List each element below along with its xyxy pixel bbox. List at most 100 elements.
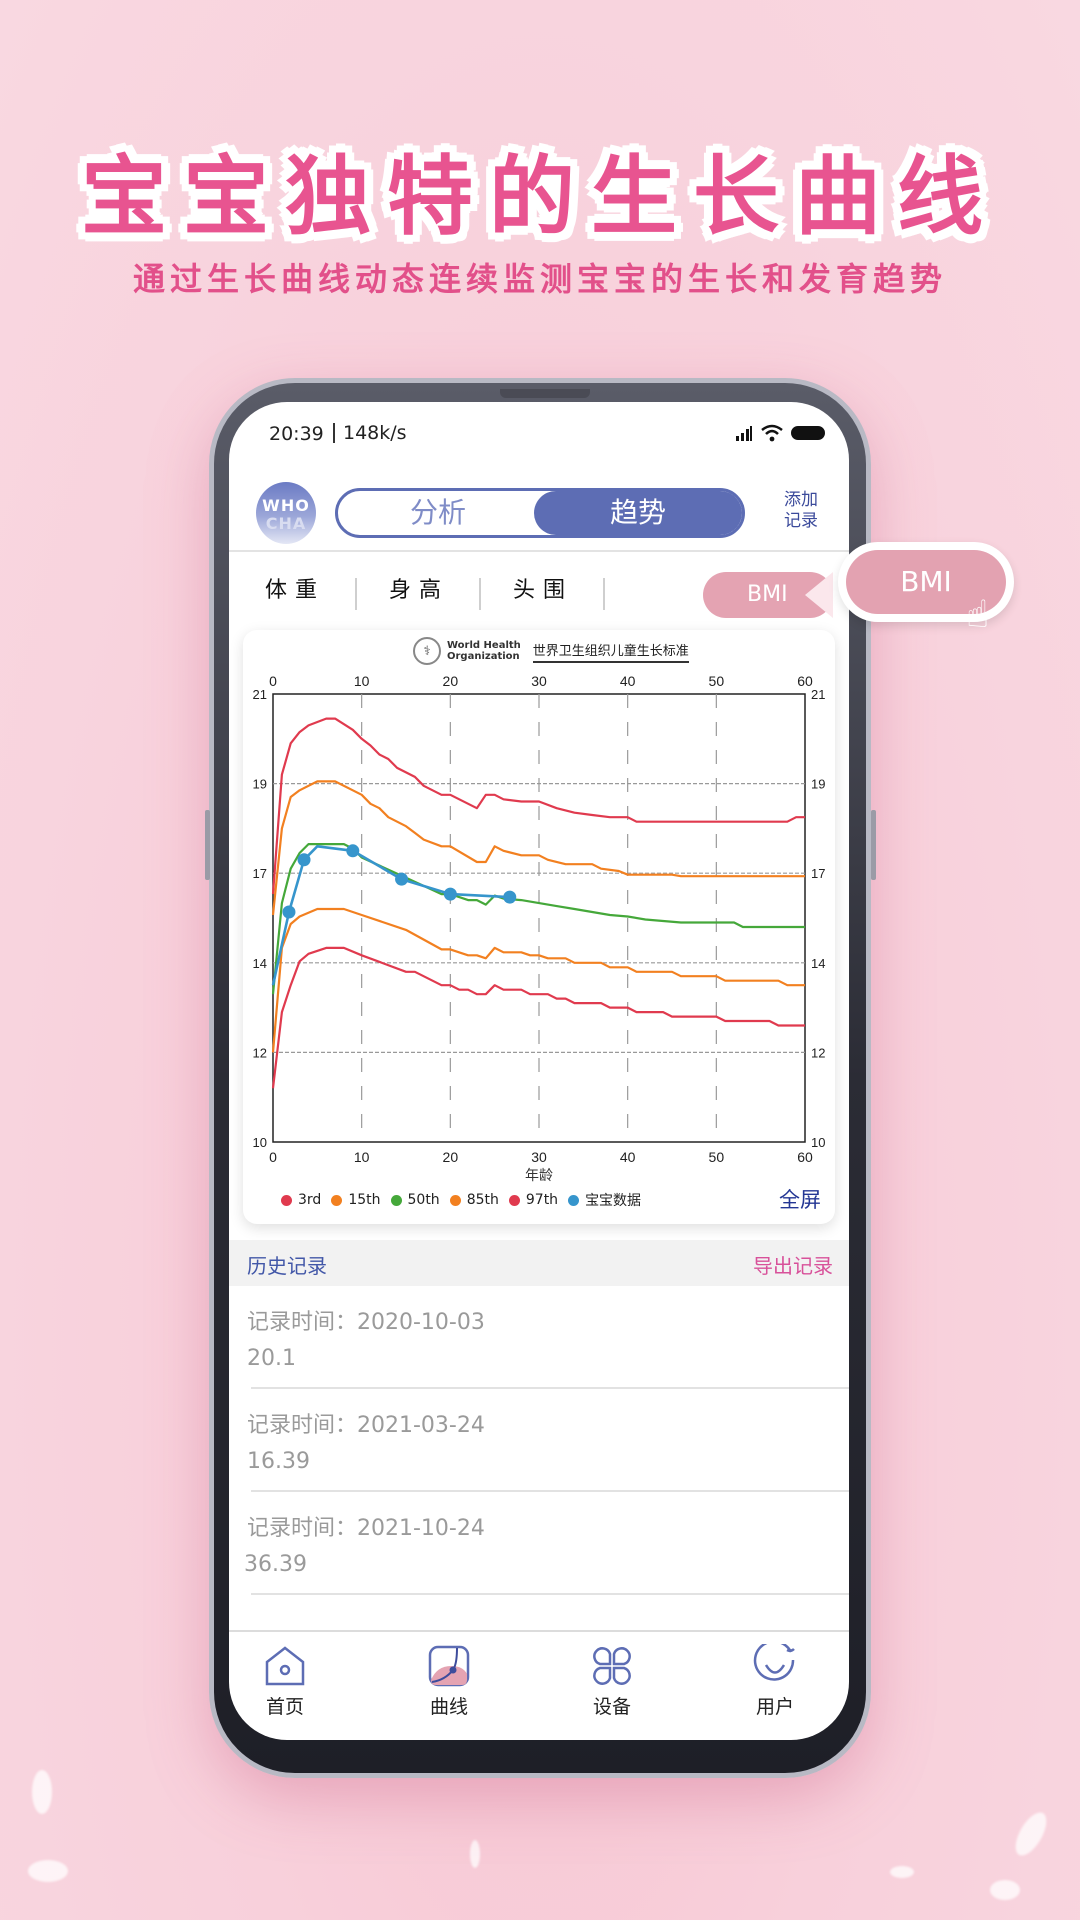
logo-text-top: WHO <box>262 496 310 515</box>
x-tick-label-top: 60 <box>797 673 813 689</box>
tab-bmi-label: BMI <box>747 582 788 607</box>
legend-item: 3rd <box>281 1192 321 1208</box>
y-tick-label-right: 12 <box>811 1045 825 1060</box>
legend-item: 85th <box>449 1192 499 1208</box>
who-org-line1: World Health <box>447 640 521 651</box>
fullscreen-button[interactable]: 全屏 <box>779 1184 821 1214</box>
nav-device-label: 设备 <box>592 1696 631 1718</box>
tab-weight[interactable]: 体重 <box>235 572 355 604</box>
y-tick-label-right: 10 <box>811 1135 825 1150</box>
record-value: 20.1 <box>247 1346 296 1371</box>
x-tick-label-top: 10 <box>354 673 370 689</box>
record-divider <box>251 1593 849 1595</box>
record-value: 36.39 <box>244 1552 307 1577</box>
logo-text-bottom: CHA <box>265 514 307 533</box>
x-tick-label-bottom: 40 <box>620 1149 636 1165</box>
x-tick-label-bottom: 60 <box>797 1149 813 1165</box>
decor-petal <box>890 1866 914 1878</box>
tab-bmi[interactable]: BMI <box>703 572 833 618</box>
legend-item: 50th <box>390 1192 440 1208</box>
promo-subline: 通过生长曲线动态连续监测宝宝的生长和发育趋势 <box>132 260 947 298</box>
legend-swatch <box>508 1194 520 1206</box>
y-tick-label-right: 21 <box>811 687 825 702</box>
legend-swatch <box>390 1194 402 1206</box>
nav-device[interactable]: 设备 <box>572 1644 652 1719</box>
y-tick-label-right: 14 <box>811 956 825 971</box>
x-tick-label-bottom: 30 <box>531 1149 547 1165</box>
x-tick-label-top: 0 <box>269 673 277 689</box>
baby-data-point <box>282 905 296 919</box>
nav-user-label: 用户 <box>755 1696 794 1718</box>
record-value: 16.39 <box>247 1449 310 1474</box>
baby-data-point <box>503 890 517 904</box>
decor-petal <box>470 1840 480 1868</box>
add-record-button[interactable]: 添加记录 <box>776 490 826 532</box>
export-records-button[interactable]: 导出记录 <box>753 1250 833 1279</box>
promo-headline: 宝宝独特的生长曲线 <box>81 147 999 247</box>
curve-icon <box>428 1645 470 1687</box>
legend-label: 宝宝数据 <box>585 1193 642 1209</box>
history-title: 历史记录 <box>247 1254 327 1278</box>
history-record[interactable]: 记录时间：2021-10-24 36.39 <box>229 1492 849 1595</box>
nav-home[interactable]: 首页 <box>245 1644 325 1719</box>
device-grid-icon <box>593 1647 631 1685</box>
legend-swatch <box>449 1194 461 1206</box>
x-tick-label-top: 50 <box>709 673 725 689</box>
decor-petal <box>28 1860 68 1882</box>
decor-petal <box>1009 1807 1053 1861</box>
tab-divider <box>603 578 605 610</box>
decor-petal <box>32 1770 52 1814</box>
x-tick-label-bottom: 10 <box>354 1149 370 1165</box>
legend-swatch <box>568 1194 580 1206</box>
legend-label: 15th <box>348 1192 381 1208</box>
legend-label: 50th <box>407 1192 440 1208</box>
y-tick-label-left: 14 <box>253 956 267 971</box>
y-tick-label-left: 21 <box>253 687 267 702</box>
legend-label: 85th <box>466 1192 499 1208</box>
legend-item: 97th <box>508 1192 559 1208</box>
nav-curve-label: 曲线 <box>429 1696 468 1718</box>
app-screen: 20:39 148k/s WHO CHA 分析 趋势 添加记录 体重 身高 头围… <box>229 402 849 1740</box>
status-time: 20:39 <box>269 423 324 445</box>
legend-item: 宝宝数据 <box>568 1190 641 1210</box>
growth-chart-card: ⚕ World Health Organization 世界卫生组织儿童生长标准 … <box>243 630 835 1224</box>
user-smile-icon <box>753 1644 795 1681</box>
phone-side-button <box>205 810 210 880</box>
decor-petal <box>990 1880 1020 1900</box>
tab-divider <box>355 578 357 610</box>
y-tick-label-right: 17 <box>811 866 825 881</box>
y-tick-label-left: 10 <box>253 1135 267 1150</box>
record-time: 记录时间：2021-03-24 <box>247 1413 485 1438</box>
x-tick-label-bottom: 0 <box>269 1149 277 1165</box>
chart-legend: 3rd 15th 50th 85th 97th 宝宝数据 <box>281 1190 651 1210</box>
tab-head-circumference[interactable]: 头围 <box>483 572 603 604</box>
bmi-growth-chart[interactable]: 10 1012 1214 1417 1719 1921 210010102020303040… <box>243 660 835 1190</box>
segment-trend[interactable]: 趋势 <box>534 491 742 535</box>
legend-swatch <box>281 1194 292 1206</box>
record-time: 记录时间：2021-10-24 <box>247 1516 485 1541</box>
y-tick-label-left: 12 <box>253 1045 267 1060</box>
x-tick-label-bottom: 50 <box>709 1149 725 1165</box>
baby-data-point <box>443 887 457 901</box>
view-segmented-control: 分析 趋势 <box>335 488 745 538</box>
legend-swatch <box>331 1194 343 1206</box>
home-icon <box>265 1646 305 1686</box>
phone-side-button <box>871 810 876 880</box>
segment-analysis[interactable]: 分析 <box>338 491 538 535</box>
x-tick-label-top: 20 <box>443 673 459 689</box>
record-time: 记录时间：2020-10-03 <box>247 1310 485 1335</box>
tab-height[interactable]: 身高 <box>359 572 479 604</box>
battery-icon <box>791 426 825 440</box>
x-axis-label: 年龄 <box>525 1168 553 1184</box>
nav-user[interactable]: 用户 <box>735 1644 815 1719</box>
x-tick-label-top: 40 <box>620 673 636 689</box>
nav-curve[interactable]: 曲线 <box>409 1644 489 1719</box>
legend-label: 97th <box>525 1192 559 1208</box>
legend-item: 15th <box>331 1192 381 1208</box>
who-org-name: World Health Organization <box>447 640 521 662</box>
speaker-grille <box>500 389 590 398</box>
hand-pointer-icon: ☝ <box>966 592 990 636</box>
baby-data-point <box>297 853 311 867</box>
history-record[interactable]: 记录时间：2020-10-03 20.1 <box>229 1286 849 1389</box>
history-record[interactable]: 记录时间：2021-03-24 16.39 <box>229 1389 849 1492</box>
